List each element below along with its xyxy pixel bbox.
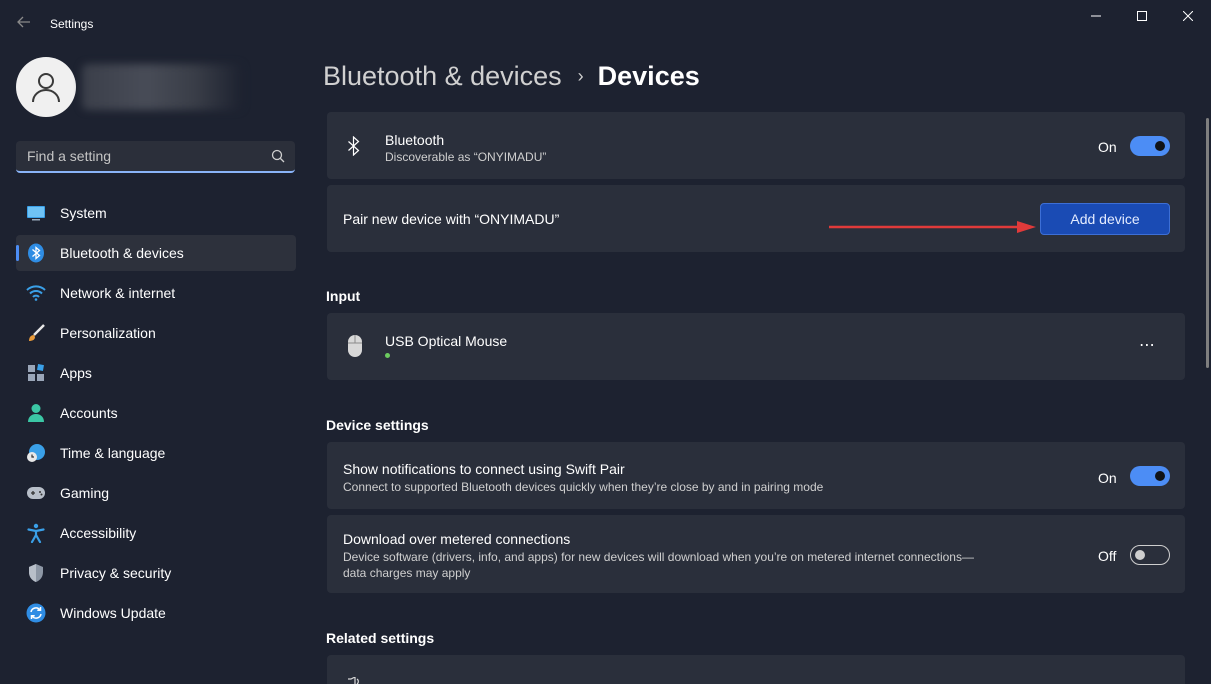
sidebar-item-apps[interactable]: Apps — [16, 355, 296, 391]
sidebar-item-label: Network & internet — [60, 285, 176, 301]
sidebar-item-time-language[interactable]: Time & language — [16, 435, 296, 471]
username-blurred — [82, 64, 242, 110]
accessibility-icon — [26, 523, 46, 543]
connected-status-dot — [385, 353, 390, 358]
avatar[interactable] — [16, 57, 76, 117]
breadcrumb-parent[interactable]: Bluetooth & devices — [323, 61, 562, 92]
swift-pair-card: Show notifications to connect using Swif… — [327, 442, 1185, 509]
mouse-device-card[interactable]: USB Optical Mouse ⋯ — [327, 313, 1185, 380]
sound-icon — [348, 677, 359, 684]
app-title: Settings — [50, 17, 94, 31]
shield-icon — [26, 563, 46, 583]
breadcrumb: Bluetooth & devices › Devices — [323, 58, 700, 94]
swift-pair-state-label: On — [1098, 470, 1117, 486]
bluetooth-subtitle: Discoverable as “ONYIMADU” — [385, 150, 547, 164]
sidebar-item-label: System — [60, 205, 107, 221]
more-options-icon[interactable]: ⋯ — [1139, 335, 1155, 355]
minimize-button[interactable] — [1073, 0, 1119, 32]
mouse-icon — [348, 335, 362, 357]
swift-pair-toggle[interactable] — [1130, 466, 1170, 486]
search-icon[interactable] — [271, 149, 285, 163]
scrollbar[interactable] — [1206, 118, 1209, 368]
sidebar-item-label: Apps — [60, 365, 92, 381]
bluetooth-state-label: On — [1098, 139, 1117, 155]
sidebar-item-label: Personalization — [60, 325, 156, 341]
sidebar-item-windows-update[interactable]: Windows Update — [16, 595, 296, 631]
swift-pair-subtitle: Connect to supported Bluetooth devices q… — [343, 480, 824, 494]
metered-toggle[interactable] — [1130, 545, 1170, 565]
metered-title: Download over metered connections — [343, 531, 571, 547]
related-settings-title: Related settings — [326, 630, 435, 646]
search-box[interactable] — [16, 141, 295, 173]
swift-pair-title: Show notifications to connect using Swif… — [343, 461, 625, 477]
sidebar-item-label: Time & language — [60, 445, 166, 461]
sidebar-item-privacy[interactable]: Privacy & security — [16, 555, 296, 591]
apps-icon — [26, 363, 46, 383]
pair-device-card: Pair new device with “ONYIMADU” Add devi… — [327, 185, 1185, 252]
add-device-button[interactable]: Add device — [1040, 203, 1170, 235]
chevron-right-icon: › — [577, 65, 584, 86]
monitor-icon — [26, 203, 46, 223]
globe-clock-icon — [26, 443, 46, 463]
gamepad-icon — [26, 483, 46, 503]
back-arrow-icon[interactable] — [10, 12, 38, 36]
device-settings-title: Device settings — [326, 417, 429, 433]
metered-subtitle-line2: data charges may apply — [343, 566, 471, 580]
bluetooth-icon — [348, 136, 360, 156]
close-button[interactable] — [1165, 0, 1211, 32]
sidebar-item-bluetooth-devices[interactable]: Bluetooth & devices — [16, 235, 296, 271]
sidebar-item-label: Accessibility — [60, 525, 137, 541]
sidebar-item-network[interactable]: Network & internet — [16, 275, 296, 311]
sidebar-item-accounts[interactable]: Accounts — [16, 395, 296, 431]
sidebar-item-label: Gaming — [60, 485, 110, 501]
maximize-button[interactable] — [1119, 0, 1165, 32]
pair-label: Pair new device with “ONYIMADU” — [343, 211, 560, 227]
sidebar-item-system[interactable]: System — [16, 195, 296, 231]
page-title: Devices — [597, 60, 700, 91]
update-icon — [26, 603, 46, 623]
sidebar-item-accessibility[interactable]: Accessibility — [16, 515, 296, 551]
sidebar-item-gaming[interactable]: Gaming — [16, 475, 296, 511]
related-settings-card[interactable] — [327, 655, 1185, 684]
person-icon — [32, 73, 60, 103]
bluetooth-icon — [26, 243, 46, 263]
metered-subtitle-line1: Device software (drivers, info, and apps… — [343, 550, 974, 564]
settings-window: Settings System — [0, 0, 1211, 684]
wifi-icon — [26, 283, 46, 303]
search-input[interactable] — [16, 141, 266, 171]
red-arrow-annotation — [829, 221, 1036, 233]
person-icon — [26, 403, 46, 423]
bluetooth-card: Bluetooth Discoverable as “ONYIMADU” On — [327, 112, 1185, 179]
sidebar-nav: System Bluetooth & devices Network & int… — [16, 195, 296, 635]
sidebar-item-label: Bluetooth & devices — [60, 245, 184, 261]
sidebar-item-personalization[interactable]: Personalization — [16, 315, 296, 351]
input-section-title: Input — [326, 288, 361, 304]
sidebar-item-label: Windows Update — [60, 605, 166, 621]
title-bar: Settings — [0, 0, 1211, 48]
sidebar-item-label: Accounts — [60, 405, 118, 421]
device-name: USB Optical Mouse — [385, 333, 508, 349]
bluetooth-toggle[interactable] — [1130, 136, 1170, 156]
sidebar-item-label: Privacy & security — [60, 565, 172, 581]
metered-state-label: Off — [1098, 548, 1117, 564]
brush-icon — [26, 323, 46, 343]
metered-connections-card: Download over metered connections Device… — [327, 515, 1185, 593]
bluetooth-title: Bluetooth — [385, 132, 445, 148]
